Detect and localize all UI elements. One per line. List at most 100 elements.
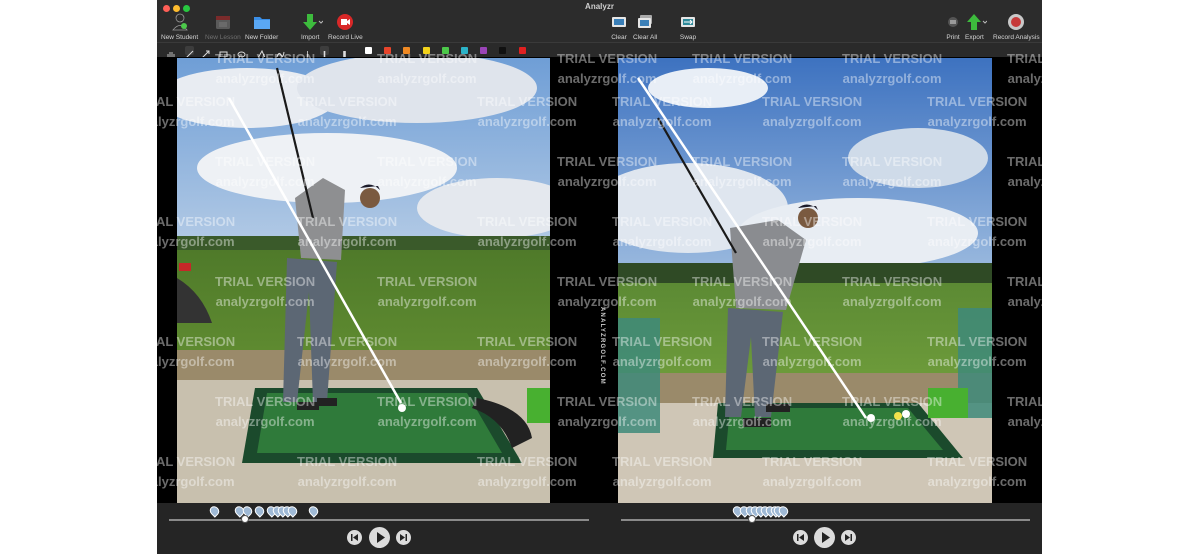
watermark-line: TRIAL VERSION [377,51,478,66]
left-timeline-track[interactable] [169,519,589,521]
watermark-line: TRIAL VERSION [557,51,658,66]
arrow-tool-icon[interactable] [201,46,210,59]
trial-watermark: TRIAL VERSION analyzrgolf.com [692,49,792,89]
print-button[interactable]: Print [944,13,962,41]
trial-watermark: TRIAL VERSION analyzrgolf.com [557,152,657,192]
watermark-line: TRIAL VERSION [612,454,713,469]
watermark-url: analyzrgolf.com [692,414,792,429]
skip-back-icon [351,534,358,541]
trial-watermark: TRIAL VERSION analyzrgolf.com [297,332,397,372]
medium-line-icon[interactable] [320,46,329,58]
watermark-line: TRIAL VERSION [557,154,658,169]
watermark-url: analyzrgolf.com [215,294,315,309]
trial-watermark: TRIAL VERSION analyzrgolf.com [762,92,862,132]
right-playhead[interactable] [747,515,756,523]
watermark-url: analyzrgolf.com [557,414,657,429]
watermark-line: TRIAL VERSION [927,334,1028,349]
color-swatch[interactable] [499,47,507,54]
watermark-line: TRIAL VERSION [157,94,236,109]
swap-icon [679,13,697,31]
record-analysis-icon [1007,13,1025,31]
watermark-url: analyzrgolf.com [927,114,1027,129]
watermark-url: analyzrgolf.com [477,474,577,489]
watermark-url: analyzrgolf.com [612,474,712,489]
line-tool-icon[interactable] [185,46,194,59]
hand-tool-icon[interactable] [166,46,175,58]
skip-forward-icon [400,534,407,541]
watermark-line: TRIAL VERSION [762,454,863,469]
key-frame-marker[interactable]: 1 [207,504,222,518]
watermark-url: analyzrgolf.com [477,234,577,249]
watermark-url: analyzrgolf.com [557,174,657,189]
watermark-url: analyzrgolf.com [157,354,235,369]
right-timeline-track[interactable] [621,519,1030,521]
key-frame-marker[interactable]: 10 [306,504,321,518]
watermark-line: TRIAL VERSION [842,394,943,409]
watermark-url: analyzrgolf.com [157,474,235,489]
new-student-button[interactable]: New Student [161,13,198,41]
watermark-url: analyzrgolf.com [377,294,477,309]
right-play-button[interactable] [814,527,835,548]
clear-button[interactable]: Clear [610,13,628,41]
left-previous-frame-button[interactable] [347,530,362,545]
watermark-line: TRIAL VERSION [842,274,943,289]
right-previous-frame-button[interactable] [793,530,808,545]
trial-watermark: TRIAL VERSION analyzrgolf.com [1007,152,1042,192]
color-swatch[interactable] [365,47,372,54]
clear-all-button[interactable]: Clear All [633,13,657,41]
watermark-line: TRIAL VERSION [377,394,478,409]
watermark-line: TRIAL VERSION [692,154,793,169]
trial-watermark: TRIAL VERSION analyzrgolf.com [842,49,942,89]
record-live-button[interactable]: Record Live [328,13,363,41]
watermark-line: TRIAL VERSION [762,334,863,349]
color-swatch[interactable] [518,47,526,54]
watermark-line: TRIAL VERSION [157,214,236,229]
trial-watermark: TRIAL VERSION analyzrgolf.com [377,152,477,192]
divider-watermark: ANALYZRGOLF.COM [599,307,605,385]
trial-watermark: TRIAL VERSION analyzrgolf.com [477,452,577,492]
watermark-line: TRIAL VERSION [927,454,1028,469]
watermark-url: analyzrgolf.com [842,414,942,429]
watermark-url: analyzrgolf.com [377,174,477,189]
watermark-line: TRIAL VERSION [1007,394,1042,409]
watermark-line: TRIAL VERSION [842,51,943,66]
left-next-frame-button[interactable] [396,530,411,545]
trial-watermark: TRIAL VERSION analyzrgolf.com [692,152,792,192]
watermark-line: TRIAL VERSION [157,334,236,349]
app-window: Analyzr New Student New Lesson New Folde… [157,0,1042,554]
key-frame-marker[interactable]: 4 [252,504,267,518]
record-analysis-button[interactable]: Record Analysis [993,13,1040,41]
play-icon [822,532,830,543]
watermark-url: analyzrgolf.com [762,474,862,489]
trial-watermark: TRIAL VERSION analyzrgolf.com [842,272,942,312]
watermark-line: TRIAL VERSION [842,154,943,169]
import-button[interactable]: Import [301,13,324,41]
export-arrow-icon [965,13,988,31]
trial-watermark: TRIAL VERSION analyzrgolf.com [377,49,477,89]
watermark-line: TRIAL VERSION [477,214,578,229]
export-button[interactable]: Export [965,13,988,41]
left-playhead[interactable] [240,515,249,523]
color-swatch[interactable] [480,47,488,54]
new-folder-button[interactable]: New Folder [245,13,278,41]
skip-back-icon [797,534,804,541]
new-lesson-button[interactable]: New Lesson [205,13,241,41]
watermark-url: analyzrgolf.com [157,114,235,129]
watermark-url: analyzrgolf.com [215,71,315,86]
trial-watermark: TRIAL VERSION analyzrgolf.com [762,212,862,252]
trial-watermark: TRIAL VERSION analyzrgolf.com [297,212,397,252]
trial-watermark: TRIAL VERSION analyzrgolf.com [477,212,577,252]
watermark-url: analyzrgolf.com [692,174,792,189]
trial-watermark: TRIAL VERSION analyzrgolf.com [157,332,235,372]
watermark-line: TRIAL VERSION [297,94,398,109]
trial-watermark: TRIAL VERSION analyzrgolf.com [692,272,792,312]
trial-watermark: TRIAL VERSION analyzrgolf.com [612,92,712,132]
left-play-button[interactable] [369,527,390,548]
swap-button[interactable]: Swap [679,13,697,41]
thick-line-icon[interactable] [340,46,349,58]
timeline-panel: 12345678910 12345678910 [157,503,1042,554]
right-next-frame-button[interactable] [841,530,856,545]
watermark-line: TRIAL VERSION [692,274,793,289]
watermark-url: analyzrgolf.com [692,71,792,86]
watermark-url: analyzrgolf.com [762,234,862,249]
